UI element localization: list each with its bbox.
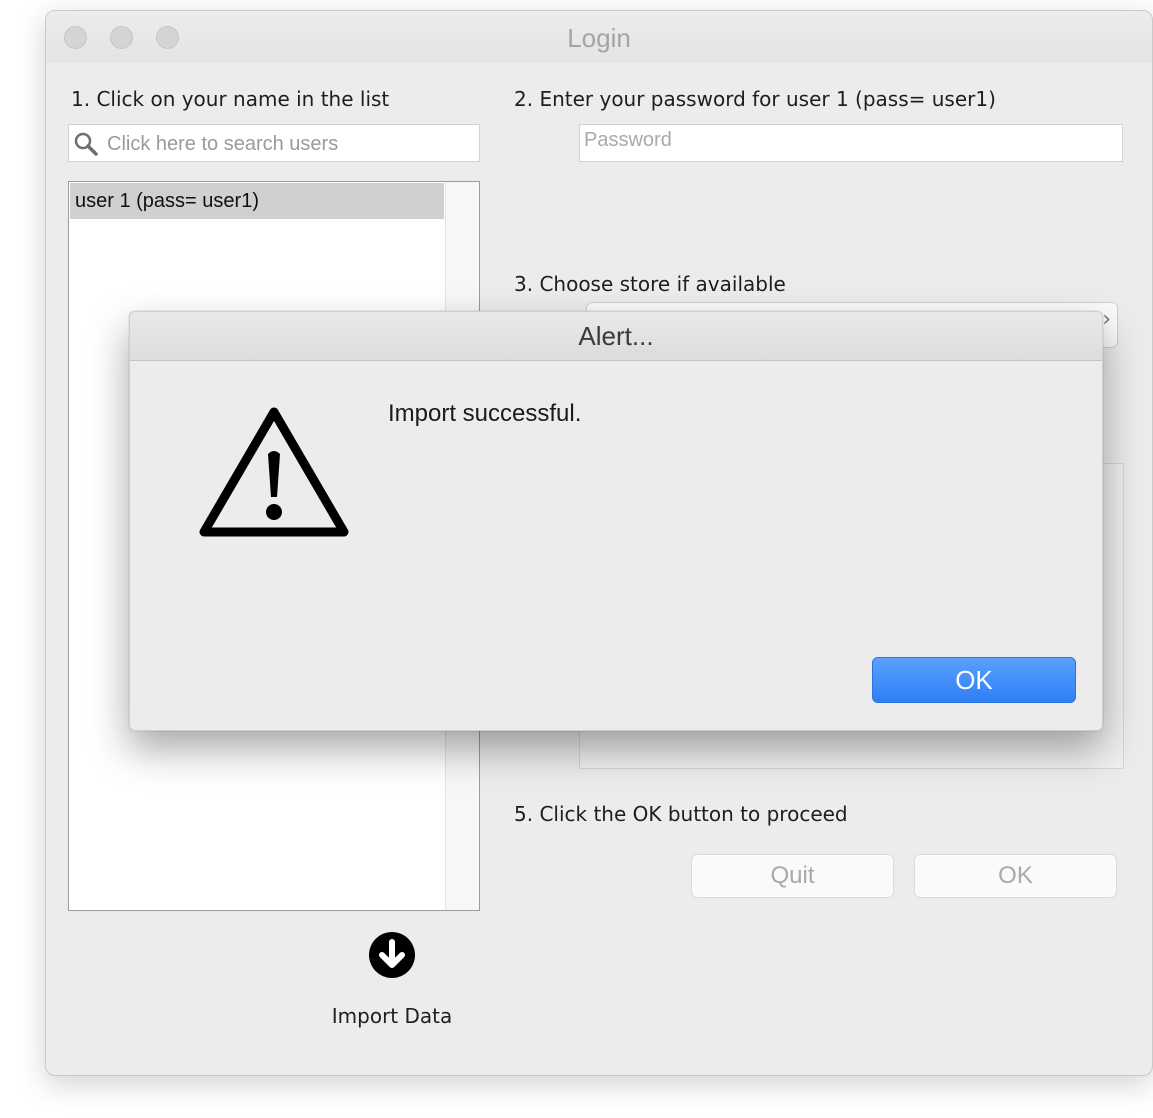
arrow-down-circle-icon[interactable] (368, 931, 416, 979)
window-title: Login (567, 23, 631, 53)
alert-titlebar[interactable]: Alert... (130, 312, 1102, 361)
alert-dialog: Alert... Import successful. OK (129, 311, 1103, 731)
alert-message: Import successful. (388, 400, 582, 427)
password-field[interactable] (579, 124, 1123, 162)
import-data-label[interactable]: Import Data (327, 1004, 457, 1028)
alert-title: Alert... (578, 321, 654, 351)
chevron-updown-icon: › (1102, 307, 1111, 332)
step2-label: 2. Enter your password for user 1 (pass=… (514, 87, 996, 111)
search-icon (74, 132, 98, 156)
step5-label: 5. Click the OK button to proceed (514, 802, 848, 826)
alert-ok-button[interactable]: OK (872, 657, 1076, 703)
ok-button[interactable]: OK (914, 854, 1117, 898)
window-titlebar[interactable]: Login (46, 11, 1152, 63)
step3-label: 3. Choose store if available (514, 272, 786, 296)
warning-triangle-icon (199, 407, 349, 537)
user-list-item[interactable]: user 1 (pass= user1) (70, 183, 444, 219)
quit-button[interactable]: Quit (691, 854, 894, 898)
user-search-field[interactable] (68, 124, 480, 162)
step1-label: 1. Click on your name in the list (71, 87, 390, 111)
search-input[interactable] (105, 128, 479, 160)
